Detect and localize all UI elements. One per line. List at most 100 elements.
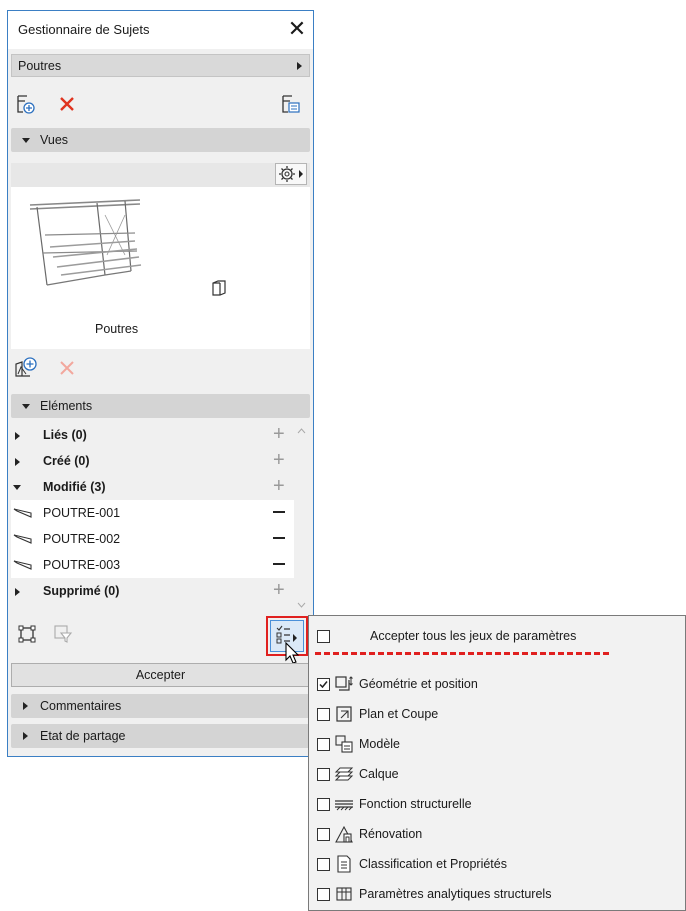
group-modified-label: Modifié (3): [43, 480, 106, 494]
group-deleted-label: Supprimé (0): [43, 584, 120, 598]
group-linked[interactable]: Liés (0) +: [11, 422, 294, 448]
element-label: POUTRE-002: [43, 532, 121, 546]
dashed-separator: [315, 652, 609, 655]
close-icon[interactable]: ✕: [284, 15, 310, 43]
menu-item-structural-function[interactable]: Fonction structurelle: [317, 792, 677, 818]
triangle-right-icon: [15, 432, 20, 440]
parameter-sets-menu: Accepter tous les jeux de paramètres Géo…: [308, 615, 686, 911]
group-created[interactable]: Créé (0) +: [11, 448, 294, 474]
structural-function-checkbox[interactable]: [317, 798, 330, 811]
topic-selector[interactable]: Poutres: [11, 54, 310, 77]
views-section-header[interactable]: Vues: [11, 128, 310, 152]
accept-all-label: Accepter tous les jeux de paramètres: [370, 629, 577, 643]
accept-button[interactable]: Accepter: [11, 663, 310, 687]
classification-label: Classification et Propriétés: [359, 857, 507, 871]
menu-item-classification[interactable]: Classification et Propriétés: [317, 852, 677, 878]
list-item[interactable]: POUTRE-002: [11, 526, 294, 552]
view-label: Poutres: [95, 322, 139, 336]
menu-item-plan-section[interactable]: Plan et Coupe: [317, 702, 677, 728]
view-settings-button[interactable]: [275, 163, 307, 185]
triangle-down-icon: [22, 404, 30, 409]
add-deleted-icon[interactable]: +: [273, 579, 285, 602]
add-view-icon: [15, 357, 37, 377]
accept-all-checkbox[interactable]: [317, 630, 330, 643]
topic-selector-value: Poutres: [18, 59, 62, 73]
remove-icon[interactable]: [273, 511, 285, 513]
plan-section-checkbox[interactable]: [317, 708, 330, 721]
comments-section-header[interactable]: Commentaires: [11, 694, 310, 718]
view-thumbnail: [29, 199, 142, 286]
selection-rectangle-icon: [18, 625, 36, 643]
remove-icon[interactable]: [273, 563, 285, 565]
renovation-icon: [335, 825, 353, 843]
triangle-right-icon: [15, 588, 20, 596]
structural-analytical-icon: [336, 887, 352, 901]
delete-icon: [60, 97, 74, 111]
menu-item-structural-analytical[interactable]: Paramètres analytiques structurels: [317, 882, 677, 908]
beam-icon: [13, 508, 32, 518]
topic-list-icon: [282, 95, 300, 113]
add-linked-icon[interactable]: +: [273, 423, 285, 446]
scrollbar[interactable]: [294, 422, 309, 617]
triangle-right-icon: [23, 702, 28, 710]
group-modified[interactable]: Modifié (3) +: [11, 474, 294, 500]
elements-tree: Liés (0) + Créé (0) + Modifié (3) + POUT…: [11, 422, 310, 617]
elements-section-label: Eléments: [40, 399, 93, 413]
menu-item-geometry[interactable]: Géométrie et position: [317, 672, 677, 698]
geometry-checkbox[interactable]: [317, 678, 330, 691]
structural-analytical-checkbox[interactable]: [317, 888, 330, 901]
list-item[interactable]: POUTRE-001: [11, 500, 294, 526]
structural-function-label: Fonction structurelle: [359, 797, 472, 811]
palette-title: Gestionnaire de Sujets: [18, 22, 150, 37]
triangle-right-icon: [15, 458, 20, 466]
checkmark-icon: [319, 681, 328, 689]
model-label: Modèle: [359, 737, 400, 751]
scroll-up-icon[interactable]: [297, 428, 306, 434]
filter-elements-button[interactable]: [53, 624, 73, 647]
filter-icon: [54, 625, 73, 643]
new-topic-button[interactable]: [16, 93, 36, 118]
triangle-down-icon: [22, 138, 30, 143]
view-3d-icon: [212, 280, 226, 296]
plan-section-label: Plan et Coupe: [359, 707, 439, 721]
model-checkbox[interactable]: [317, 738, 330, 751]
list-item[interactable]: POUTRE-003: [11, 552, 294, 578]
layer-icon: [334, 767, 354, 781]
views-list: Poutres: [11, 187, 310, 349]
gear-icon: [279, 166, 303, 182]
elements-section-header[interactable]: Eléments: [11, 394, 310, 418]
delete-view-button[interactable]: [58, 359, 76, 380]
layer-checkbox[interactable]: [317, 768, 330, 781]
group-created-label: Créé (0): [43, 454, 90, 468]
subject-manager-palette: Gestionnaire de Sujets ✕ Poutres Vues Po…: [7, 10, 314, 757]
palette-titlebar: Gestionnaire de Sujets ✕: [8, 11, 313, 49]
topic-info-button[interactable]: [281, 93, 301, 118]
beam-icon: [13, 534, 32, 544]
triangle-right-icon: [297, 62, 302, 70]
group-deleted[interactable]: Supprimé (0) +: [11, 578, 294, 604]
scroll-down-icon[interactable]: [297, 602, 306, 608]
sharing-section-header[interactable]: Etat de partage: [11, 724, 310, 748]
menu-item-layer[interactable]: Calque: [317, 762, 677, 788]
classification-checkbox[interactable]: [317, 858, 330, 871]
structural-function-icon: [335, 800, 353, 811]
menu-item-accept-all[interactable]: Accepter tous les jeux de paramètres: [317, 624, 677, 650]
add-view-button[interactable]: [14, 356, 40, 381]
view-card[interactable]: Poutres: [19, 193, 169, 343]
remove-icon[interactable]: [273, 537, 285, 539]
renovation-label: Rénovation: [359, 827, 423, 841]
group-linked-label: Liés (0): [43, 428, 87, 442]
delete-view-icon: [60, 361, 74, 375]
plan-section-icon: [336, 706, 352, 722]
delete-topic-button[interactable]: [58, 95, 76, 116]
sharing-section-label: Etat de partage: [40, 729, 126, 743]
comments-section-label: Commentaires: [40, 699, 122, 713]
menu-item-renovation[interactable]: Rénovation: [317, 822, 677, 848]
element-label: POUTRE-003: [43, 558, 121, 572]
add-modified-icon[interactable]: +: [273, 475, 285, 498]
menu-item-model[interactable]: Modèle: [317, 732, 677, 758]
beam-icon: [13, 560, 32, 570]
add-created-icon[interactable]: +: [273, 449, 285, 472]
renovation-checkbox[interactable]: [317, 828, 330, 841]
select-elements-button[interactable]: [18, 625, 36, 646]
